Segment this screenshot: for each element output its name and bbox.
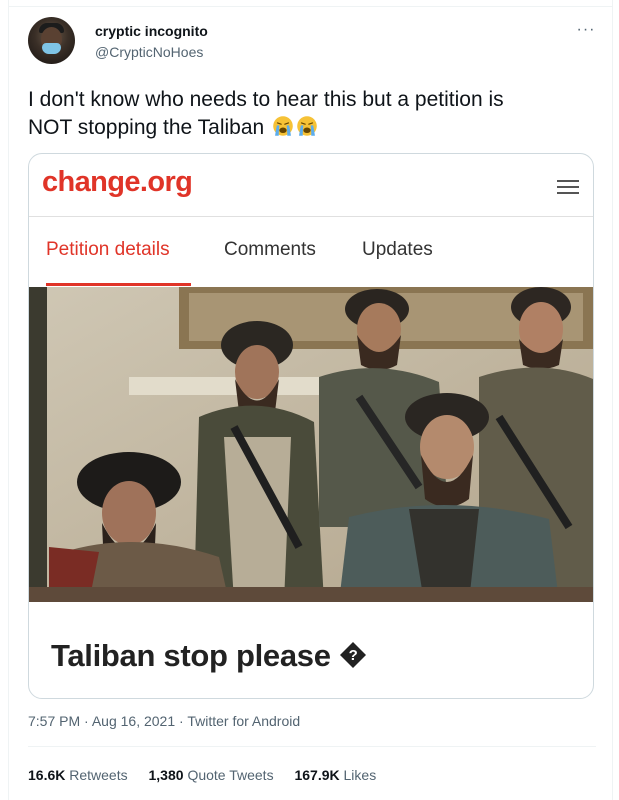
likes-count: 167.9K xyxy=(294,767,340,783)
unknown-glyph-diamond-icon: ? xyxy=(339,642,366,668)
petition-tabs: Petition details Comments Updates xyxy=(29,217,593,287)
top-divider xyxy=(9,6,612,7)
change-org-header: change.org xyxy=(29,154,593,217)
likes-stat[interactable]: 167.9K Likes xyxy=(294,767,376,783)
tweet-time[interactable]: 7:57 PM xyxy=(28,713,80,729)
tweet-text-line2: NOT stopping the Taliban xyxy=(28,116,265,139)
user-handle[interactable]: @CrypticNoHoes xyxy=(95,44,203,60)
loudly-crying-face-icon xyxy=(273,116,293,136)
tweet-source[interactable]: Twitter for Android xyxy=(187,713,300,729)
display-name[interactable]: cryptic incognito xyxy=(95,23,208,39)
active-tab-indicator xyxy=(46,283,191,286)
tab-comments: Comments xyxy=(224,239,316,260)
tweet-card: cryptic incognito @CrypticNoHoes ··· I d… xyxy=(8,0,613,800)
avatar-mask xyxy=(42,43,61,54)
likes-label: Likes xyxy=(343,767,377,783)
loudly-crying-face-icon xyxy=(297,116,317,136)
tweet-media[interactable]: change.org Petition details Comments Upd… xyxy=(28,153,594,699)
group-photo xyxy=(29,287,593,602)
quote-tweets-count: 1,380 xyxy=(148,767,184,783)
tab-petition-details: Petition details xyxy=(46,239,170,260)
petition-title-text: Taliban stop please xyxy=(51,638,331,673)
quote-tweets-label: Quote Tweets xyxy=(187,767,274,783)
tweet-date[interactable]: Aug 16, 2021 xyxy=(92,713,175,729)
tweet-timestamp: 7:57 PM · Aug 16, 2021 · Twitter for And… xyxy=(28,713,300,729)
retweets-label: Retweets xyxy=(69,767,128,783)
more-options-icon[interactable]: ··· xyxy=(576,22,596,38)
tab-updates: Updates xyxy=(362,239,433,260)
tweet-stats: 16.6K Retweets 1,380 Quote Tweets 167.9K… xyxy=(28,767,393,783)
separator-dot: · xyxy=(84,713,89,729)
avatar[interactable] xyxy=(28,17,75,64)
quote-tweets-stat[interactable]: 1,380 Quote Tweets xyxy=(149,767,274,783)
hamburger-menu-icon xyxy=(557,180,579,195)
tweet-text: I don't know who needs to hear this but … xyxy=(28,86,588,142)
stats-divider xyxy=(28,746,596,747)
retweets-count: 16.6K xyxy=(28,767,66,783)
petition-title: Taliban stop please ? xyxy=(51,638,367,674)
tweet-text-line1: I don't know who needs to hear this but … xyxy=(28,88,504,111)
change-org-logo: change.org xyxy=(42,166,193,198)
retweets-stat[interactable]: 16.6K Retweets xyxy=(28,767,128,783)
svg-text:?: ? xyxy=(348,647,357,664)
separator-dot: · xyxy=(179,713,184,729)
